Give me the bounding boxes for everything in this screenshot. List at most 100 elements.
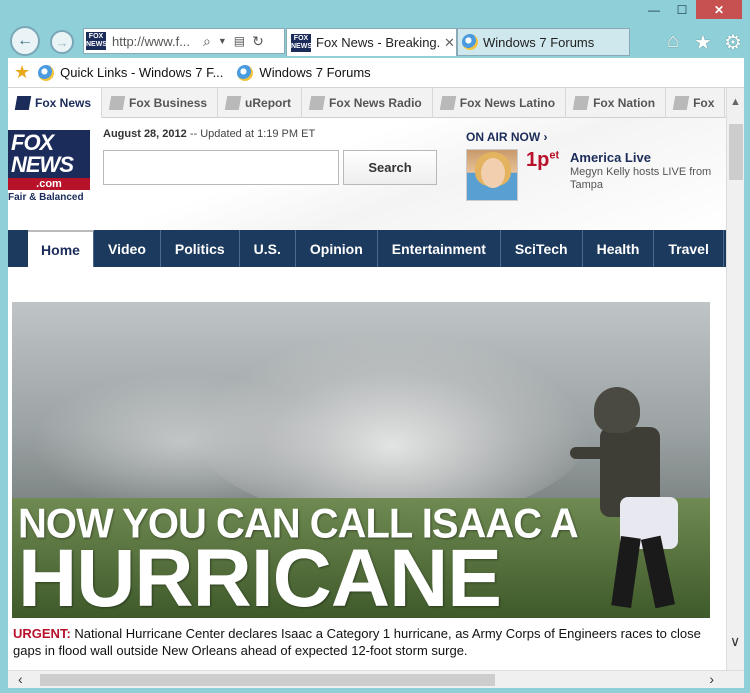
address-url[interactable]: http://www.f... [112, 34, 196, 49]
back-button[interactable]: ← [10, 26, 40, 56]
site-tab-fox-nation[interactable]: Fox Nation [566, 88, 667, 118]
show-name[interactable]: America Live [570, 150, 651, 165]
page-viewport: Fox News Fox Business uReport Fox News R… [8, 88, 726, 670]
site-tab-ureport[interactable]: uReport [218, 88, 303, 118]
vertical-scrollbar[interactable]: ▲ ∨ [726, 88, 744, 670]
favorite-link[interactable]: Windows 7 Forums [237, 64, 371, 81]
fox-favicon-icon: FOX NEWS [291, 33, 312, 52]
maximize-button[interactable]: ☐ [668, 0, 696, 19]
refresh-icon[interactable]: ↻ [252, 33, 264, 50]
forward-button[interactable]: → [50, 30, 74, 54]
favorite-label: Windows 7 Forums [259, 65, 371, 80]
site-tab-label: Fox Business [129, 96, 208, 110]
window-controls: — ☐ ✕ [640, 0, 742, 20]
site-tab-fox-business[interactable]: Fox Business [102, 88, 219, 118]
scrollbar-thumb[interactable] [40, 674, 495, 686]
scroll-right-icon[interactable]: › [709, 671, 714, 687]
anchor-face [481, 158, 505, 188]
address-bar[interactable]: FOX NEWS http://www.f... ⌕ ▼ ▤ ↻ [83, 28, 285, 54]
horizontal-scrollbar[interactable]: ‹ › [8, 670, 744, 688]
figure-head [594, 387, 640, 433]
updated-text: -- Updated at 1:19 PM ET [189, 128, 316, 140]
close-button[interactable]: ✕ [696, 0, 742, 19]
favorites-star-icon[interactable]: ★ [692, 30, 714, 55]
ie-favicon-icon [38, 64, 55, 81]
fox-news-icon [14, 95, 32, 110]
nav-video[interactable]: Video [94, 230, 161, 267]
nation-icon [572, 96, 590, 110]
nav-politics[interactable]: Politics [161, 230, 240, 267]
site-tab-label: Fox Nation [593, 96, 656, 110]
tab-label: Windows 7 Forums [483, 34, 595, 50]
search-input[interactable] [103, 150, 339, 185]
scroll-down-icon[interactable]: ∨ [730, 633, 740, 650]
radio-icon [308, 96, 326, 110]
gear-icon[interactable]: ⚙ [722, 30, 744, 55]
nav-home[interactable]: Home [28, 230, 94, 267]
figure-leg [611, 535, 641, 609]
nav-entertainment[interactable]: Entertainment [378, 230, 501, 267]
site-header: FOX NEWS .com Fair & Balanced August 28,… [8, 118, 726, 230]
minimize-button[interactable]: — [640, 0, 668, 19]
tab-windows7-forums[interactable]: Windows 7 Forums [457, 28, 630, 56]
hero-image[interactable]: NOW YOU CAN CALL ISAAC A HURRICANE [12, 302, 710, 618]
logo-domain: .com [8, 178, 90, 190]
person-figure [570, 387, 692, 617]
urgent-caption[interactable]: URGENT: National Hurricane Center declar… [13, 625, 713, 659]
nav-us[interactable]: U.S. [240, 230, 296, 267]
fox-icon [672, 96, 690, 110]
anchor-photo[interactable] [466, 149, 518, 201]
ie-favicon-icon [462, 34, 478, 50]
main-navigation: Home Video Politics U.S. Opinion Enterta… [8, 230, 726, 267]
search-icon[interactable]: ⌕ [203, 33, 211, 50]
navigation-bar: ← → FOX NEWS http://www.f... ⌕ ▼ ▤ ↻ FOX N… [8, 24, 744, 58]
site-tab-fox-more[interactable]: Fox [666, 88, 726, 118]
ie-favicon-icon [237, 64, 254, 81]
date-line: August 28, 2012 -- Updated at 1:19 PM ET [103, 128, 315, 140]
toolbar-icons: ⌂ ★ ⚙ [662, 30, 744, 55]
dropdown-icon[interactable]: ▼ [218, 36, 227, 46]
favorite-label: Quick Links - Windows 7 F... [60, 65, 224, 80]
nav-health[interactable]: Health [583, 230, 655, 267]
add-favorite-star-icon[interactable]: ★ [14, 62, 30, 83]
show-time: 1pet [526, 149, 559, 172]
scrollbar-thumb[interactable] [729, 124, 743, 180]
close-tab-icon[interactable]: ✕ [444, 35, 455, 51]
logo-text: FOX [11, 130, 54, 155]
browser-window: — ☐ ✕ ← → FOX NEWS http://www.f... ⌕ ▼ ▤ … [0, 0, 750, 693]
back-arrow-icon: ← [17, 32, 33, 49]
scroll-left-icon[interactable]: ‹ [18, 671, 23, 687]
search-button[interactable]: Search [343, 150, 437, 185]
compatibility-view-icon[interactable]: ▤ [234, 34, 245, 48]
site-tab-fox-news[interactable]: Fox News [8, 88, 103, 118]
site-tab-label: Fox News Latino [459, 96, 556, 110]
site-tab-fox-news-radio[interactable]: Fox News Radio [302, 88, 433, 118]
on-air-label[interactable]: ON AIR NOW › [466, 130, 548, 144]
logo-text: NEWS [11, 152, 74, 177]
site-tab-fox-news-latino[interactable]: Fox News Latino [433, 88, 567, 118]
nav-travel[interactable]: Travel [654, 230, 724, 267]
fox-news-logo[interactable]: FOX NEWS .com Fair & Balanced [8, 130, 90, 218]
tab-label: Fox News - Breaking... [316, 35, 440, 50]
nav-scitech[interactable]: SciTech [501, 230, 583, 267]
ureport-icon [224, 96, 242, 110]
caption-text: National Hurricane Center declares Isaac… [13, 626, 701, 658]
sea-spray [192, 332, 592, 522]
hero-headline-line2[interactable]: HURRICANE [18, 538, 502, 619]
favorites-bar: ★ Quick Links - Windows 7 F... Windows 7… [8, 58, 744, 88]
nav-opinion[interactable]: Opinion [296, 230, 378, 267]
site-network-tabs: Fox News Fox Business uReport Fox News R… [8, 88, 726, 118]
site-tab-label: Fox News Radio [329, 96, 422, 110]
favorite-link[interactable]: Quick Links - Windows 7 F... [38, 64, 224, 81]
fox-favicon-icon: FOX NEWS [86, 32, 107, 50]
show-description: Megyn Kelly hosts LIVE from Tampa [570, 166, 712, 191]
show-time-value: 1p [526, 149, 550, 171]
date-text: August 28, 2012 [103, 128, 187, 140]
latino-icon [439, 96, 456, 110]
fox-business-icon [108, 96, 126, 110]
home-icon[interactable]: ⌂ [662, 30, 684, 55]
show-time-zone: et [549, 149, 560, 162]
tab-fox-news[interactable]: FOX NEWS Fox News - Breaking... ✕ [286, 28, 457, 56]
scroll-up-icon[interactable]: ▲ [730, 96, 741, 108]
logo-tagline: Fair & Balanced [8, 192, 84, 203]
